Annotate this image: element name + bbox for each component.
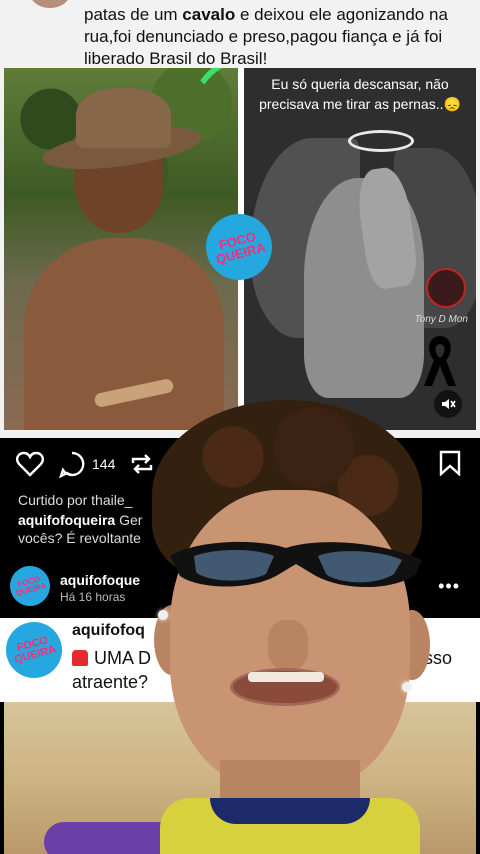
avatar[interactable] (30, 0, 70, 8)
halo (348, 130, 414, 152)
heart-icon (16, 451, 44, 477)
liked-by-text[interactable]: Curtido por thaile_ (18, 492, 132, 508)
signature: Tony D Mon (414, 314, 468, 325)
caption-text: patas de um (84, 5, 183, 24)
comment-text: UMA D (72, 648, 151, 669)
caption-start: Ger (115, 512, 143, 528)
image-collage[interactable]: Eu só queria descansar, não precisava me… (4, 68, 476, 430)
comment-count: 144 (92, 456, 116, 472)
repost-button[interactable] (129, 451, 155, 477)
comment-text-line2: atraente? (72, 672, 149, 692)
comment-username[interactable]: aquifofoq (72, 622, 145, 640)
like-button[interactable] (16, 451, 44, 477)
comment-text-start: UMA D (94, 648, 152, 668)
action-row: 144 (16, 450, 155, 478)
caption-bold: cavalo (182, 5, 236, 24)
bottom-photo (4, 702, 476, 854)
post-username[interactable]: aquifofoque (60, 572, 140, 588)
post-caption-line2: vocês? É revoltante (18, 530, 141, 546)
siren-icon (72, 650, 88, 666)
post-timestamp: Há 16 horas (60, 590, 126, 604)
post-actions-panel: 144 Curtido por thaile_ aquifofoqueira G… (0, 438, 480, 618)
mourning-ribbon-icon (424, 336, 456, 386)
comment-avatar[interactable]: FOCO QUEIRA (0, 615, 69, 685)
comment-panel: FOCO QUEIRA aquifofoq UMA D isso atraente… (0, 615, 480, 702)
post-caption-short: aquifofoqueira Ger (18, 512, 142, 528)
muted-speaker-icon[interactable] (434, 390, 462, 418)
account-avatar[interactable]: FOCO QUEIRA (5, 561, 55, 611)
comment-button[interactable]: 144 (58, 450, 115, 478)
hat-top (76, 88, 171, 148)
more-options-icon[interactable]: ••• (438, 576, 460, 597)
comment-text-right: isso (420, 648, 453, 668)
purple-cloth (44, 822, 204, 854)
repost-icon (132, 454, 153, 474)
pegasus-caption: Eu só queria descansar, não precisava me… (259, 76, 461, 112)
bookmark-icon[interactable] (438, 450, 462, 476)
post-caption: patas de um cavalo e deixou ele agonizan… (84, 4, 464, 70)
horse-logo-icon (426, 268, 466, 308)
man-photo (4, 68, 238, 430)
post-caption-panel: patas de um cavalo e deixou ele agonizan… (0, 0, 480, 438)
comment-icon (59, 451, 85, 478)
pegasus-image: Eu só queria descansar, não precisava me… (244, 68, 476, 430)
caption-username[interactable]: aquifofoqueira (18, 512, 115, 528)
